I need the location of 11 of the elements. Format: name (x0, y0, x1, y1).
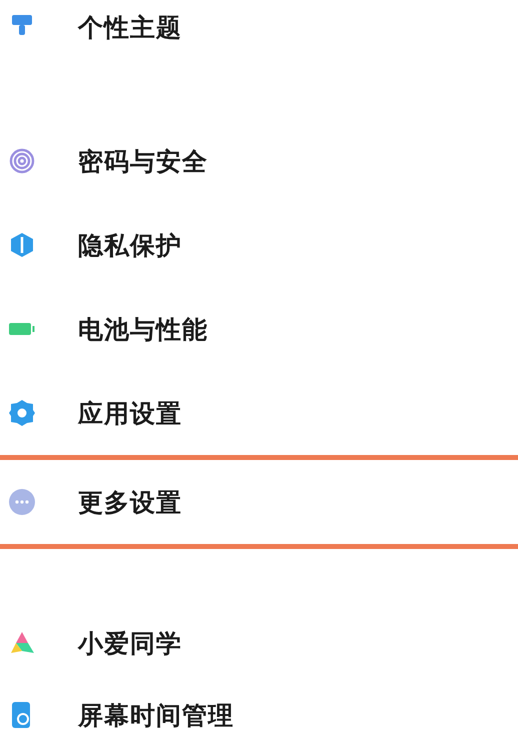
settings-item[interactable]: 更多设置 (78, 486, 182, 518)
settings-item[interactable]: 电池与性能 (78, 312, 208, 346)
settings-item[interactable]: 小爱同学 (78, 626, 182, 660)
settings-item[interactable]: 密码与安全 (78, 144, 208, 178)
settings-icon (8, 399, 36, 427)
settings-item[interactable]: 应用设置 (78, 396, 182, 430)
more-icon (8, 488, 36, 516)
settings-item[interactable]: 屏幕时间管理 (78, 698, 234, 732)
settings-item[interactable]: 隐私保护 (78, 228, 182, 262)
shield-icon (8, 231, 36, 259)
settings-item[interactable]: 个性主题 (78, 10, 182, 44)
